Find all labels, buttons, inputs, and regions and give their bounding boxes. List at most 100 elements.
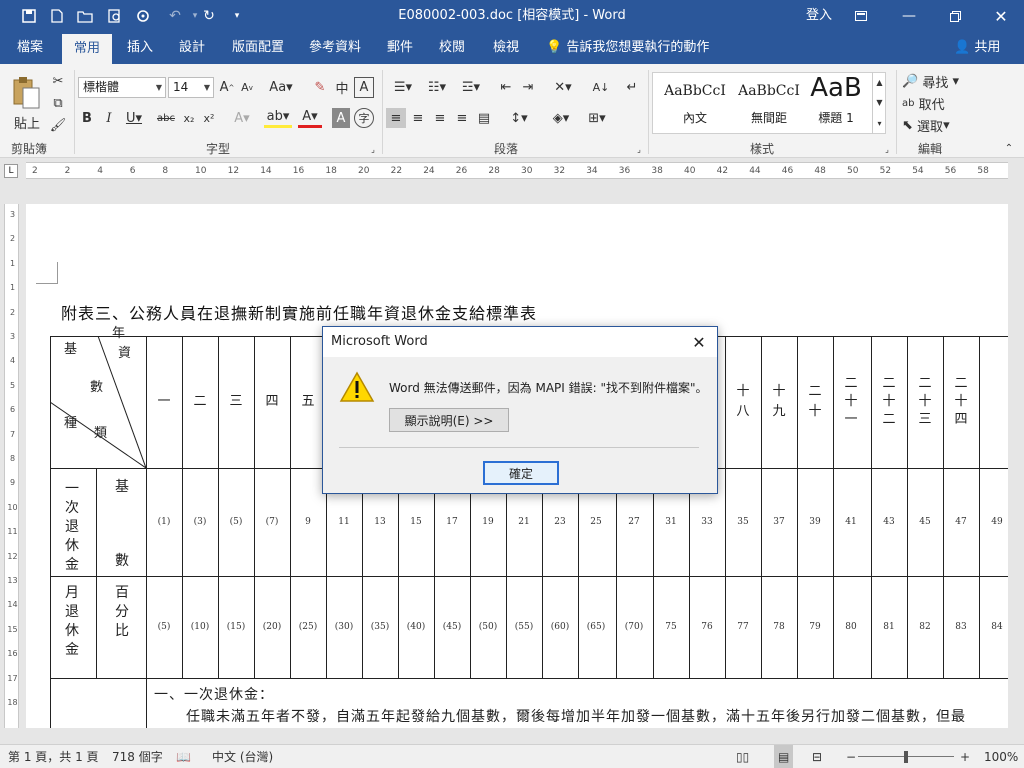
- table-cell: (3): [193, 517, 207, 527]
- copy-icon[interactable]: ⧉: [48, 94, 68, 112]
- vertical-ruler-tick-label: 13: [7, 576, 18, 585]
- login-link[interactable]: 登入: [806, 0, 832, 32]
- tab-home[interactable]: 常用: [62, 34, 112, 64]
- web-layout-icon[interactable]: ⊟: [812, 745, 822, 768]
- collapse-ribbon-icon[interactable]: ⌃: [1002, 142, 1016, 154]
- font-color-icon[interactable]: A▾: [298, 108, 322, 128]
- table-cell: (7): [265, 517, 279, 527]
- numbering-icon[interactable]: ☷▾: [420, 77, 454, 98]
- tab-view[interactable]: 檢視: [486, 32, 526, 64]
- zoom-level[interactable]: 100%: [984, 745, 1018, 768]
- font-dialog-launcher-icon[interactable]: ⌟: [368, 144, 378, 154]
- table-cell: 41: [845, 517, 857, 527]
- asian-layout-icon[interactable]: ✕▾: [548, 77, 578, 98]
- styles-scroll-up-icon[interactable]: ▲: [872, 72, 886, 92]
- format-painter-icon[interactable]: 🖌: [48, 116, 68, 134]
- style-normal-preview[interactable]: AaBbCcI: [659, 83, 731, 99]
- close-window-button[interactable]: ✕: [978, 0, 1024, 32]
- zoom-in-icon[interactable]: +: [960, 745, 970, 768]
- chevron-down-icon[interactable]: ▼: [156, 78, 162, 97]
- style-no-spacing-preview[interactable]: AaBbCcI: [733, 83, 805, 99]
- superscript-icon[interactable]: x²: [200, 108, 218, 128]
- restore-button[interactable]: [932, 0, 978, 32]
- character-shading-icon[interactable]: A: [332, 108, 350, 128]
- shrink-font-icon[interactable]: Av: [238, 77, 256, 98]
- shading-icon[interactable]: ◈▾: [546, 108, 576, 128]
- decrease-indent-icon[interactable]: ⇤: [496, 77, 516, 98]
- minimize-button[interactable]: —: [886, 0, 932, 32]
- ok-button[interactable]: 確定: [483, 461, 559, 485]
- ruler-tick-label: 14: [260, 166, 272, 176]
- paragraph-dialog-launcher-icon[interactable]: ⌟: [634, 144, 644, 154]
- tab-design[interactable]: 設計: [170, 32, 214, 64]
- distributed-icon[interactable]: ▤: [474, 108, 494, 128]
- read-mode-icon[interactable]: ▯▯: [736, 745, 749, 768]
- text-effects-icon[interactable]: A▾: [230, 108, 254, 128]
- print-layout-icon[interactable]: ▤: [774, 745, 794, 768]
- show-formatting-icon[interactable]: ↵: [622, 77, 642, 98]
- paste-label[interactable]: 貼上: [10, 114, 44, 132]
- strikethrough-icon[interactable]: abc: [156, 108, 176, 128]
- align-right-icon[interactable]: ≡: [430, 108, 450, 128]
- show-help-button[interactable]: 顯示說明(E) >>: [389, 408, 509, 432]
- line-spacing-icon[interactable]: ↕▾: [504, 108, 534, 128]
- word-count[interactable]: 718 個字: [112, 745, 163, 768]
- table-cell: (20): [262, 622, 282, 632]
- group-label-editing: 編輯: [918, 142, 943, 156]
- enclose-characters-icon[interactable]: 字: [354, 108, 374, 128]
- group-divider: [896, 70, 897, 154]
- tab-layout[interactable]: 版面配置: [226, 32, 290, 64]
- highlight-icon[interactable]: ab▾: [264, 108, 292, 128]
- clear-formatting-icon[interactable]: ✎: [310, 77, 330, 98]
- tab-references[interactable]: 參考資料: [302, 32, 368, 64]
- tab-insert[interactable]: 插入: [118, 32, 162, 64]
- font-size-combo[interactable]: 14 ▼: [168, 77, 214, 98]
- bold-icon[interactable]: B: [78, 108, 96, 128]
- italic-icon[interactable]: I: [100, 108, 118, 128]
- tab-mailings[interactable]: 郵件: [380, 32, 420, 64]
- cut-icon[interactable]: ✂: [48, 72, 68, 90]
- subscript-icon[interactable]: x₂: [180, 108, 198, 128]
- paste-icon[interactable]: [8, 72, 44, 112]
- tell-me-box[interactable]: 💡 告訴我您想要執行的動作: [546, 32, 709, 64]
- borders-icon[interactable]: ⊞▾: [582, 108, 612, 128]
- multilevel-list-icon[interactable]: ☲▾: [454, 77, 488, 98]
- share-button[interactable]: 👤 共用: [954, 36, 1016, 60]
- underline-icon[interactable]: U▾: [122, 108, 146, 128]
- style-heading1-label[interactable]: 標題 1: [803, 109, 869, 126]
- tab-file[interactable]: 檔案: [6, 32, 54, 64]
- align-left-icon[interactable]: ≡: [386, 108, 406, 128]
- replace-button[interactable]: ab 取代: [902, 94, 972, 113]
- styles-more-icon[interactable]: ▾: [872, 112, 886, 134]
- grow-font-icon[interactable]: A ^: [218, 77, 236, 98]
- zoom-out-icon[interactable]: −: [846, 745, 856, 768]
- justify-icon[interactable]: ≡: [452, 108, 472, 128]
- page-count[interactable]: 第 1 頁，共 1 頁: [8, 745, 99, 768]
- phonetic-guide-icon[interactable]: 中: [332, 77, 352, 98]
- font-name-combo[interactable]: 標楷體 ▼: [78, 77, 166, 98]
- tab-review[interactable]: 校閱: [432, 32, 472, 64]
- warning-icon: [339, 371, 375, 406]
- tab-selector-icon[interactable]: L: [4, 164, 18, 178]
- bullets-icon[interactable]: ☰▾: [386, 77, 420, 98]
- ruler-strip[interactable]: 2 2 4 6 8 10 12 14 16 18 20 22 24 26 28 30 32 34 36 38 40 42 4…: [26, 162, 1008, 179]
- chevron-down-icon[interactable]: ▼: [204, 78, 210, 97]
- select-button[interactable]: ⬉ 選取 ▾: [902, 116, 972, 135]
- styles-dialog-launcher-icon[interactable]: ⌟: [882, 144, 892, 154]
- styles-scroll-down-icon[interactable]: ▼: [872, 92, 886, 112]
- style-normal-label[interactable]: 內文: [659, 109, 731, 126]
- proofing-icon[interactable]: 📖: [176, 745, 191, 768]
- align-center-icon[interactable]: ≡: [408, 108, 428, 128]
- style-no-spacing-label[interactable]: 無間距: [733, 109, 805, 126]
- character-border-icon[interactable]: A: [354, 77, 374, 98]
- language-indicator[interactable]: 中文 (台灣): [212, 745, 273, 768]
- ribbon-display-icon[interactable]: [838, 0, 884, 32]
- ruler-tick-label: 10: [195, 166, 207, 176]
- sort-icon[interactable]: A↓: [590, 77, 612, 98]
- style-heading1-preview[interactable]: AaB: [803, 73, 869, 103]
- change-case-icon[interactable]: Aa▾: [266, 77, 296, 98]
- increase-indent-icon[interactable]: ⇥: [518, 77, 538, 98]
- zoom-slider-thumb[interactable]: [904, 751, 908, 763]
- find-button[interactable]: 🔎 尋找 ▾: [902, 72, 972, 91]
- dialog-close-button[interactable]: ✕: [687, 330, 711, 354]
